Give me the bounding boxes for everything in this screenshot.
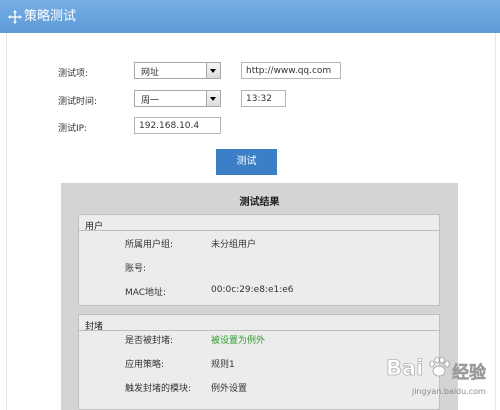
watermark-url: jingyan.baidu.com xyxy=(412,387,486,396)
trigger-module-label: 触发封堵的模块: xyxy=(125,384,192,394)
ip-input[interactable] xyxy=(134,117,221,134)
watermark: Bai 经验 jingyan.baidu.com xyxy=(384,352,496,410)
mac-label: MAC地址: xyxy=(125,288,167,298)
watermark-brand: Bai xyxy=(386,356,424,381)
user-group-value: 未分组用户 xyxy=(211,240,257,250)
account-label: 账号: xyxy=(125,264,147,274)
user-group: 用户 所属用户组: 未分组用户 账号: MAC地址: 00:0c:29:e8:e… xyxy=(78,214,440,306)
result-title: 测试结果 xyxy=(239,197,280,208)
paw-icon xyxy=(429,356,450,377)
divider xyxy=(79,230,439,231)
watermark-suffix: 经验 xyxy=(452,363,487,384)
page-title: 策略测试 xyxy=(24,9,77,24)
weekday-value: 周一 xyxy=(141,96,160,106)
is-blocked-value: 被设置为例外 xyxy=(211,336,266,346)
test-time-label: 测试时间: xyxy=(58,97,98,107)
time-input[interactable] xyxy=(241,90,286,107)
policy-value: 规则1 xyxy=(211,360,235,370)
move-icon xyxy=(8,10,22,24)
trigger-module-value: 例外设置 xyxy=(211,384,248,394)
policy-label: 应用策略: xyxy=(125,360,165,370)
test-ip-label: 测试IP: xyxy=(58,124,88,134)
weekday-select[interactable]: 周一 xyxy=(134,90,221,107)
chevron-down-icon[interactable] xyxy=(206,63,220,78)
test-item-value: 网址 xyxy=(141,68,160,78)
test-button[interactable]: 测试 xyxy=(216,149,277,175)
test-item-select[interactable]: 网址 xyxy=(134,62,221,79)
user-group-label: 所属用户组: xyxy=(125,240,174,250)
test-item-label: 测试项: xyxy=(58,69,89,79)
mac-value: 00:0c:29:e8:e1:e6 xyxy=(211,285,294,295)
url-input[interactable] xyxy=(241,62,341,79)
is-blocked-label: 是否被封堵: xyxy=(125,336,174,346)
chevron-down-icon[interactable] xyxy=(206,91,220,106)
divider xyxy=(79,330,439,331)
title-bar: 策略测试 xyxy=(0,0,500,33)
